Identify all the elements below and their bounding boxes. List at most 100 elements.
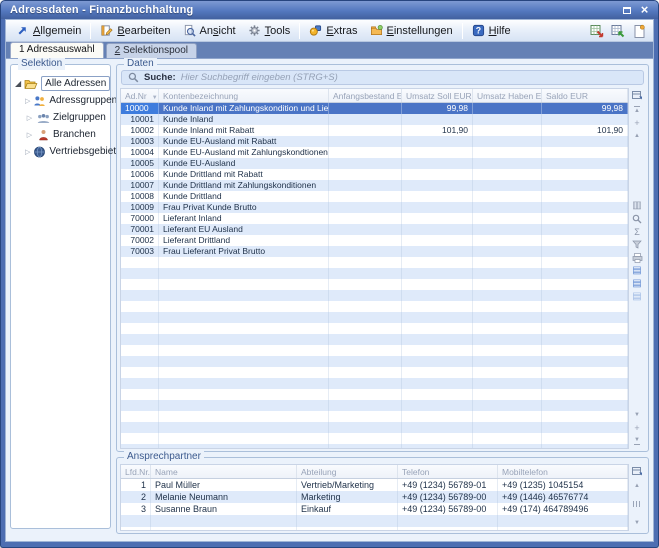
daten-empty-row[interactable] [121, 356, 628, 367]
collapsed-icon[interactable] [25, 114, 34, 122]
daten-empty-row[interactable] [121, 433, 628, 444]
print-button[interactable] [631, 251, 644, 264]
filter-button[interactable] [631, 238, 644, 251]
close-button[interactable] [637, 4, 652, 17]
expanded-icon[interactable] [15, 79, 21, 88]
cell-soll [402, 158, 473, 169]
column-header[interactable]: Mobiltelefon [498, 465, 628, 478]
ansprechpartner-row[interactable]: 1Paul MüllerVertrieb/Marketing+49 (1234)… [121, 479, 628, 491]
empty-cell [473, 411, 542, 422]
scroll-top-button[interactable] [631, 103, 644, 116]
tree-item-zielgruppen[interactable]: Zielgruppen [15, 109, 108, 126]
tree-item-alle-adressen[interactable]: Alle Adressen [15, 75, 108, 92]
column-header[interactable]: Ad.Nr [121, 89, 159, 102]
daten-row[interactable]: 10006Kunde Drittland mit Rabatt [121, 169, 628, 180]
daten-row[interactable]: 10004Kunde EU-Ausland mit Zahlungskondti… [121, 147, 628, 158]
menu-hilfe[interactable]: ? Hilfe [466, 22, 517, 39]
column-chooser-button[interactable] [631, 464, 644, 477]
cell-saldo: 101,90 [542, 125, 628, 136]
daten-empty-row[interactable] [121, 422, 628, 433]
column-header[interactable]: Name [151, 465, 297, 478]
daten-empty-row[interactable] [121, 290, 628, 301]
daten-empty-row[interactable] [121, 378, 628, 389]
search-rail-button[interactable] [631, 212, 644, 225]
tab-adressauswahl[interactable]: 1 Adressauswahl [10, 42, 104, 58]
collapsed-icon[interactable] [25, 131, 34, 139]
daten-row[interactable]: 70001Lieferant EU Ausland [121, 224, 628, 235]
daten-empty-row[interactable] [121, 323, 628, 334]
view-3-button[interactable] [631, 290, 644, 303]
daten-row[interactable]: 10000Kunde Inland mit Zahlungskondition … [121, 103, 628, 114]
daten-row[interactable]: 70003Frau Lieferant Privat Brutto [121, 246, 628, 257]
column-header-label: Mobiltelefon [502, 467, 548, 477]
tree-item-adressgruppen[interactable]: Adressgruppen [15, 92, 108, 109]
restore-button[interactable] [619, 4, 634, 17]
summary-button[interactable] [631, 225, 644, 238]
ansprechpartner-table-rows: 1Paul MüllerVertrieb/Marketing+49 (1234)… [121, 479, 628, 530]
empty-cell [329, 400, 402, 411]
page-up-button[interactable] [631, 116, 644, 129]
ansprechpartner-row[interactable]: 2Melanie NeumannMarketing+49 (1234) 5678… [121, 491, 628, 503]
daten-empty-row[interactable] [121, 345, 628, 356]
daten-empty-row[interactable] [121, 312, 628, 323]
scroll-bottom-button[interactable] [631, 434, 644, 447]
column-chooser-button[interactable] [631, 88, 644, 101]
ansprechpartner-row[interactable]: 3Susanne BraunEinkauf+49 (1234) 56789-00… [121, 503, 628, 515]
column-header[interactable]: Umsatz Soll EUR [402, 89, 473, 102]
daten-row[interactable]: 10001Kunde Inland [121, 114, 628, 125]
daten-empty-row[interactable] [121, 444, 628, 448]
menu-extras[interactable]: Extras [303, 22, 363, 39]
view-2-button[interactable] [631, 277, 644, 290]
titlebar[interactable]: Adressdaten - Finanzbuchhaltung [1, 1, 658, 19]
column-header[interactable]: Kontenbezeichnung [159, 89, 329, 102]
view-1-button[interactable] [631, 264, 644, 277]
column-header[interactable]: Lfd.Nr. [121, 465, 151, 478]
page-down-button[interactable] [631, 421, 644, 434]
daten-row[interactable]: 70000Lieferant Inland [121, 213, 628, 224]
menu-ansicht[interactable]: Ansicht [177, 22, 242, 39]
daten-empty-row[interactable] [121, 411, 628, 422]
scroll-down-button[interactable] [631, 516, 644, 529]
column-header[interactable]: Saldo EUR [542, 89, 628, 102]
new-page-button[interactable] [629, 22, 649, 40]
row-down-button[interactable] [631, 408, 644, 421]
column-header[interactable]: Abteilung [297, 465, 398, 478]
daten-empty-row[interactable] [121, 400, 628, 411]
daten-row[interactable]: 10005Kunde EU-Ausland [121, 158, 628, 169]
column-header[interactable]: Telefon [398, 465, 498, 478]
table-import-button[interactable] [608, 22, 628, 40]
tree-item-branchen[interactable]: Branchen [15, 126, 108, 143]
daten-row[interactable]: 10007Kunde Drittland mit Zahlungskonditi… [121, 180, 628, 191]
daten-empty-row[interactable] [121, 367, 628, 378]
collapsed-icon[interactable] [25, 148, 30, 156]
collapsed-icon[interactable] [25, 97, 30, 105]
row-up-button[interactable] [631, 129, 644, 142]
menu-allgemein[interactable]: Allgemein [10, 22, 87, 39]
column-header[interactable]: Anfangsbestand EUR [329, 89, 402, 102]
table-export-button[interactable] [587, 22, 607, 40]
scroll-up-button[interactable] [631, 479, 644, 492]
tab-selektionspool[interactable]: 2 Selektionspool [106, 43, 197, 58]
menu-einstellungen[interactable]: Einstellungen [364, 22, 459, 39]
daten-row[interactable]: 10009Frau Privat Kunde Brutto [121, 202, 628, 213]
tree-item-vertriebsgebiete[interactable]: Vertriebsgebiete [15, 143, 108, 160]
daten-empty-row[interactable] [121, 279, 628, 290]
daten-empty-row[interactable] [121, 334, 628, 345]
column-header[interactable]: Umsatz Haben EUR [473, 89, 542, 102]
daten-row[interactable]: 10008Kunde Drittland [121, 191, 628, 202]
empty-cell [542, 334, 628, 345]
daten-empty-row[interactable] [121, 389, 628, 400]
daten-row[interactable]: 70002Lieferant Drittland [121, 235, 628, 246]
daten-empty-row[interactable] [121, 268, 628, 279]
grid-settings-button[interactable] [631, 199, 644, 212]
daten-empty-row[interactable] [121, 257, 628, 268]
daten-empty-row[interactable] [121, 301, 628, 312]
search-field[interactable]: Suche: Hier Suchbegriff eingeben (STRG+S… [121, 70, 644, 85]
resize-grip-icon[interactable] [633, 501, 642, 507]
daten-row[interactable]: 10003Kunde EU-Ausland mit Rabatt [121, 136, 628, 147]
ansprechpartner-empty-row[interactable] [121, 515, 628, 527]
ansprechpartner-empty-row[interactable] [121, 527, 628, 530]
menu-tools[interactable]: Tools [242, 22, 297, 39]
menu-bearbeiten[interactable]: Bearbeiten [94, 22, 176, 39]
daten-row[interactable]: 10002Kunde Inland mit Rabatt101,90101,90 [121, 125, 628, 136]
